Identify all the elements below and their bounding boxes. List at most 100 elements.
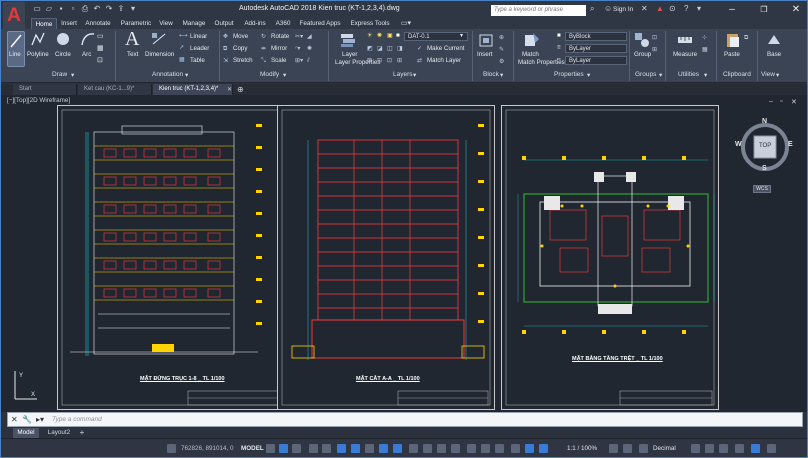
layer-freeze-icon[interactable]: ✺ [377, 32, 382, 39]
annotation-panel-label[interactable]: Annotation [152, 71, 183, 78]
mirror-button[interactable]: Mirror [271, 45, 287, 52]
copy-button[interactable]: Copy [233, 45, 247, 52]
command-input[interactable]: Type a command [52, 416, 102, 423]
layer-unlock-icon[interactable]: ⊟ [377, 57, 382, 64]
save-icon[interactable]: ▪ [56, 4, 66, 14]
3d-osnap-icon[interactable] [451, 444, 460, 453]
ungroup-icon[interactable]: ⊡ [652, 34, 657, 41]
viewport-controls-label[interactable]: [−][Top][2D Wireframe] [7, 97, 70, 104]
hatch-icon[interactable]: ▦ [97, 44, 104, 52]
viewcube-north-label[interactable]: N [762, 118, 767, 125]
stay-connected-icon[interactable]: ⊙ [669, 4, 676, 13]
circle-icon[interactable] [56, 32, 70, 46]
layout-grid-icon[interactable] [167, 444, 176, 453]
create-block-icon[interactable]: ⊕ [499, 34, 504, 41]
annotation-visibility-icon[interactable] [511, 444, 520, 453]
edit-attributes-icon[interactable]: ⚙ [499, 58, 505, 65]
tab-home[interactable]: Home [31, 18, 57, 29]
user-icon[interactable]: ☺ [604, 4, 612, 13]
move-button[interactable]: Move [233, 33, 248, 40]
selection-filter-icon[interactable] [481, 444, 490, 453]
trim-icon[interactable]: ✂▾ [295, 33, 303, 40]
infer-constraints-icon[interactable] [309, 444, 318, 453]
units-icon[interactable] [639, 444, 648, 453]
clean-screen-icon[interactable] [751, 444, 760, 453]
make-current-button[interactable]: Make Current [427, 45, 464, 52]
layer-dropdown[interactable]: DAT-0.1 [404, 32, 468, 41]
fillet-icon[interactable]: ◜▾ [295, 45, 301, 52]
calculator-icon[interactable]: ▦ [702, 46, 708, 53]
edit-block-icon[interactable]: ✎ [499, 46, 504, 53]
command-close-icon[interactable]: ✕ [11, 415, 18, 424]
explode-icon[interactable]: ✺ [307, 45, 312, 52]
match-properties-button[interactable]: Match [522, 51, 539, 58]
lock-ui-icon[interactable] [705, 444, 714, 453]
save-as-icon[interactable]: ▫ [68, 4, 78, 14]
qat-dropdown-icon[interactable]: ▾ [128, 4, 138, 14]
gizmo-icon[interactable] [495, 444, 504, 453]
viewcube-west-label[interactable]: W [735, 141, 742, 148]
viewport-restore-icon[interactable]: ▫ [780, 98, 782, 105]
draw-panel-dropdown-icon[interactable]: ▾ [71, 71, 74, 79]
transparency-icon[interactable] [423, 444, 432, 453]
annotation-scale-icon[interactable] [539, 444, 548, 453]
polar-icon[interactable] [351, 444, 360, 453]
autodesk-app-icon[interactable]: ▲ [656, 4, 664, 13]
object-snap-tracking-icon[interactable] [379, 444, 388, 453]
viewcube-top-label[interactable]: TOP [759, 143, 771, 149]
viewcube-east-label[interactable]: E [788, 141, 793, 148]
close-button[interactable]: ✕ [785, 3, 807, 16]
polyline-icon[interactable] [31, 32, 45, 46]
object-snap-icon[interactable] [393, 444, 402, 453]
layer-walk-icon[interactable]: ⊡ [387, 57, 392, 64]
linetype-dropdown[interactable]: ByLayer [565, 56, 627, 65]
isolate-objects-icon[interactable] [719, 444, 728, 453]
measure-button[interactable]: Measure [673, 51, 697, 58]
annotation-scale-readout[interactable]: 1:1 / 100% [567, 445, 597, 452]
file-tab-start[interactable]: Start [13, 84, 77, 95]
new-layout-icon[interactable]: + [77, 428, 87, 438]
command-customize-icon[interactable]: 🔧 [22, 415, 32, 424]
text-icon[interactable]: A [125, 28, 139, 51]
match-layer-button[interactable]: Match Layer [427, 57, 461, 64]
circle-label[interactable]: Circle [55, 51, 71, 58]
dynamic-ucs-icon[interactable] [467, 444, 476, 453]
arc-label[interactable]: Arc [82, 51, 91, 58]
rotate-button[interactable]: Rotate [271, 33, 289, 40]
quick-properties-icon[interactable] [691, 444, 700, 453]
layers-panel-label[interactable]: Layers [393, 71, 413, 78]
application-menu-button[interactable]: A [3, 2, 25, 32]
groups-panel-label[interactable]: Groups [635, 71, 656, 78]
copy-clip-icon[interactable]: ⧉ [744, 34, 748, 42]
tab-output[interactable]: Output [211, 18, 237, 29]
annotation-panel-dropdown-icon[interactable]: ▾ [185, 71, 188, 79]
dynamic-input-icon[interactable] [322, 444, 331, 453]
grid-icon[interactable] [266, 444, 275, 453]
new-icon[interactable]: ▭ [32, 4, 42, 14]
plot-icon[interactable]: ⎙ [80, 4, 90, 14]
tab-manage[interactable]: Manage [180, 18, 208, 29]
exchange-icon[interactable]: ✕ [641, 4, 648, 13]
polyline-label[interactable]: Polyline [27, 51, 49, 58]
open-icon[interactable]: ▱ [44, 4, 54, 14]
model-space-toggle[interactable]: MODEL [241, 445, 264, 452]
viewport-close-icon[interactable]: ✕ [791, 98, 797, 106]
wcs-menu[interactable]: WCS [753, 185, 771, 193]
maximize-button[interactable]: ❐ [753, 3, 775, 16]
tab-view[interactable]: View [156, 18, 176, 29]
hardware-acceleration-icon[interactable] [735, 444, 744, 453]
sign-in-button[interactable]: Sign In [613, 6, 633, 13]
new-tab-icon[interactable]: ⊕ [237, 85, 244, 94]
text-label[interactable]: Text [127, 51, 138, 58]
erase-icon[interactable]: ◢ [307, 33, 312, 40]
layer-off-icon[interactable]: ◩ [367, 45, 373, 52]
layer-properties-button[interactable]: Layer [342, 51, 357, 58]
customization-icon[interactable] [767, 444, 776, 453]
units-dropdown[interactable]: Decimal [653, 445, 676, 452]
lineweight-toggle-icon[interactable] [409, 444, 418, 453]
ribbon-toggle-icon[interactable]: ▭▾ [399, 18, 413, 29]
lineweight-dropdown[interactable]: ByLayer [565, 44, 627, 53]
rectangle-icon[interactable]: ▭ [97, 32, 104, 40]
scale-button[interactable]: Scale [271, 57, 286, 64]
offset-icon[interactable]: ⫽ [307, 57, 310, 65]
